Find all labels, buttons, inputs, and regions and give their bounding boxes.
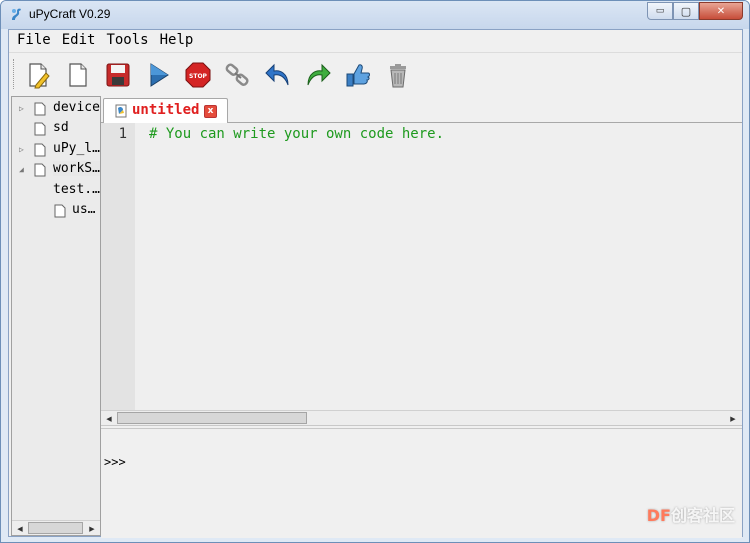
scroll-right-icon[interactable]: ▶	[726, 412, 740, 425]
redo-button[interactable]	[303, 60, 333, 90]
code-editor[interactable]: 1 # You can write your own code here.	[101, 123, 742, 410]
clear-button[interactable]	[383, 60, 413, 90]
scroll-right-icon[interactable]: ▶	[85, 522, 99, 535]
redo-icon	[307, 63, 331, 86]
line-number: 1	[118, 126, 127, 142]
tree-item-upy-lib[interactable]: ▷ uPy_l…	[12, 140, 100, 160]
syntax-check-icon	[346, 64, 370, 87]
watermark: DF创客社区	[647, 502, 735, 526]
connect-button[interactable]	[223, 60, 253, 90]
tab-untitled[interactable]: untitled x	[103, 98, 228, 124]
file-tree-panel: ▷ device sd ▷ uPy_l… ◢ workS… test.… us……	[11, 96, 101, 536]
editor-tab-bar: untitled x	[101, 96, 742, 124]
menu-help[interactable]: Help	[156, 30, 201, 50]
tree-item-sd[interactable]: sd	[12, 119, 100, 139]
file-icon	[34, 102, 46, 116]
open-file-button[interactable]	[63, 60, 93, 90]
scroll-thumb[interactable]	[117, 412, 307, 424]
minimize-icon: ▭	[655, 6, 665, 16]
scroll-left-icon[interactable]: ◀	[102, 412, 116, 425]
maximize-icon: ▢	[680, 4, 692, 18]
window-controls: ▭ ▢ ✕	[647, 2, 743, 21]
clear-icon	[390, 64, 406, 88]
menu-tools[interactable]: Tools	[102, 30, 155, 50]
new-file-button[interactable]	[23, 60, 53, 90]
tree-item-workspace[interactable]: ◢ workS…	[12, 160, 100, 180]
app-window: uPyCraft V0.29 ▭ ▢ ✕ File Edit Tools Hel…	[0, 0, 750, 543]
svg-text:STOP: STOP	[189, 73, 208, 80]
window-title: uPyCraft V0.29	[29, 7, 111, 21]
undo-button[interactable]	[263, 60, 293, 90]
maximize-button[interactable]: ▢	[673, 2, 699, 20]
tree-item-test[interactable]: test.…	[12, 181, 100, 201]
open-file-icon	[69, 63, 87, 87]
tree-item-label: sd	[53, 120, 69, 135]
tree-item-user[interactable]: us…	[12, 201, 100, 221]
scroll-thumb[interactable]	[28, 522, 83, 534]
run-icon	[150, 63, 169, 87]
run-button[interactable]	[143, 60, 173, 90]
watermark-brand: DF	[646, 506, 671, 525]
tree-item-label: workS…	[53, 161, 100, 176]
menu-file[interactable]: File	[13, 30, 58, 50]
syntax-check-button[interactable]	[343, 60, 373, 90]
collapse-arrow-icon[interactable]: ◢	[19, 166, 26, 174]
scroll-left-icon[interactable]: ◀	[13, 522, 27, 535]
tree-item-label: device	[53, 100, 100, 115]
file-icon	[34, 163, 46, 177]
tab-label: untitled	[132, 102, 200, 118]
editor-horizontal-scrollbar[interactable]: ◀ ▶	[101, 410, 742, 425]
expand-arrow-icon[interactable]: ▷	[19, 146, 26, 154]
watermark-text: 创客社区	[670, 506, 735, 525]
file-icon	[34, 122, 46, 136]
file-icon	[54, 204, 66, 218]
menu-edit[interactable]: Edit	[58, 30, 103, 50]
client-area: File Edit Tools Help STOP ▷ device sd ▷ …	[8, 29, 743, 538]
new-file-icon	[29, 63, 50, 89]
menu-bar: File Edit Tools Help	[9, 30, 742, 50]
close-button[interactable]: ✕	[699, 2, 743, 20]
python-file-icon	[115, 104, 127, 118]
code-area[interactable]: # You can write your own code here.	[135, 123, 742, 410]
file-icon	[34, 143, 46, 157]
sidebar-horizontal-scrollbar[interactable]: ◀ ▶	[12, 520, 100, 535]
upycraft-logo-icon	[12, 8, 21, 20]
tree-item-label: test.…	[53, 182, 100, 197]
connect-icon	[225, 63, 249, 86]
close-icon: ✕	[716, 5, 726, 17]
code-line: # You can write your own code here.	[149, 126, 445, 142]
toolbar: STOP	[9, 52, 742, 96]
stop-button[interactable]: STOP	[183, 60, 213, 90]
undo-icon	[265, 63, 289, 86]
expand-arrow-icon[interactable]: ▷	[19, 105, 26, 113]
title-bar[interactable]: uPyCraft V0.29 ▭ ▢ ✕	[1, 1, 749, 29]
line-number-gutter: 1	[101, 123, 135, 410]
tab-close-icon[interactable]: x	[204, 105, 217, 118]
tree-item-label: uPy_l…	[53, 141, 100, 156]
minimize-button[interactable]: ▭	[647, 2, 673, 20]
save-button[interactable]	[103, 60, 133, 90]
stop-icon: STOP	[185, 62, 211, 88]
tree-item-label: us…	[72, 202, 96, 217]
toolbar-grip[interactable]	[13, 59, 16, 89]
save-icon	[106, 63, 130, 87]
terminal-prompt: >>>	[104, 455, 126, 469]
tree-item-device[interactable]: ▷ device	[12, 99, 100, 119]
